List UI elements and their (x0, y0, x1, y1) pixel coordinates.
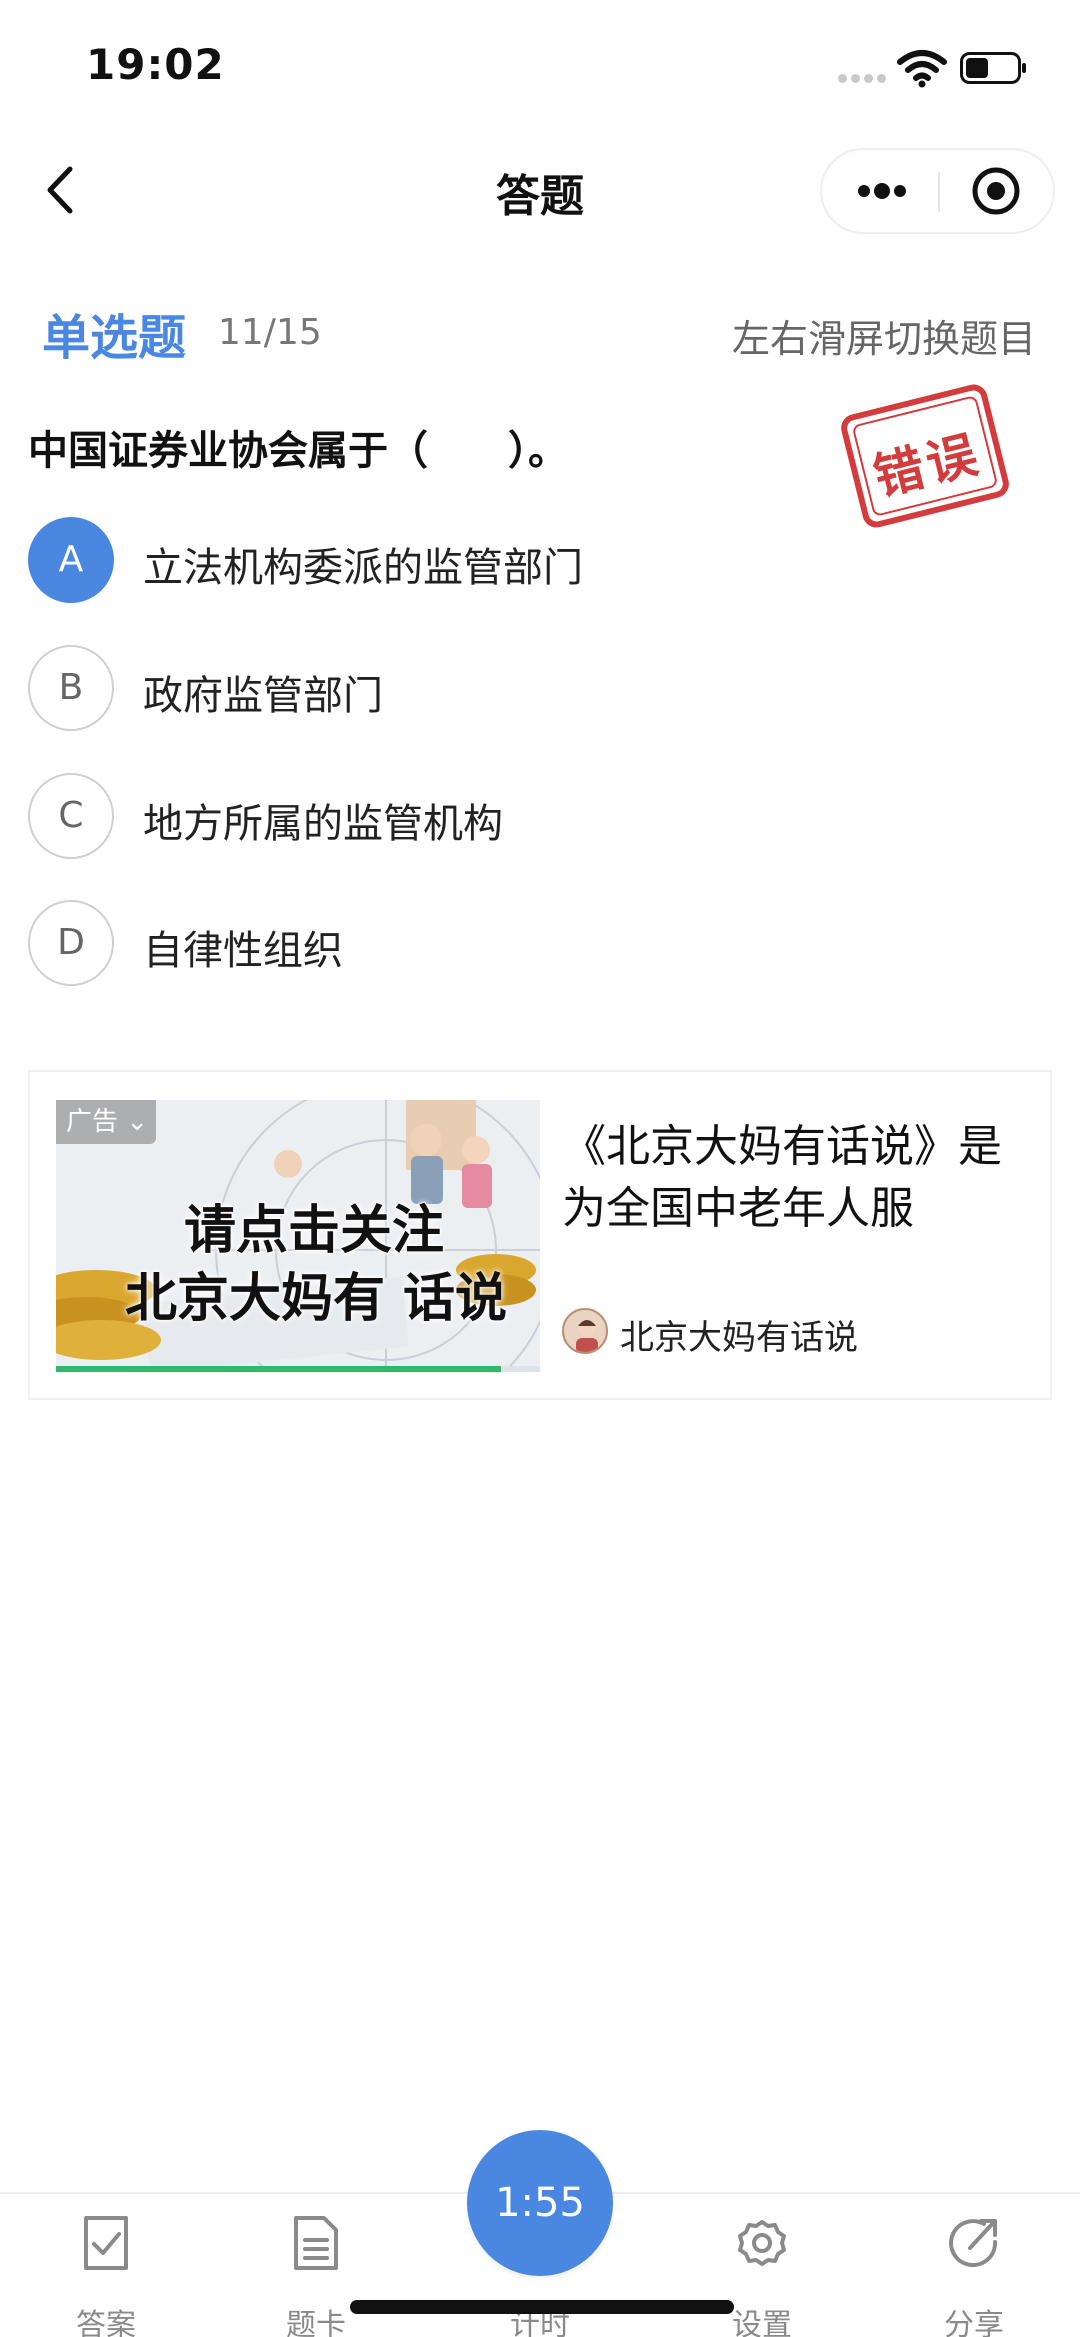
list-doc-icon (294, 2216, 338, 2270)
tab-answer[interactable]: 答案 (36, 2214, 176, 2337)
ad-image-line2: 北京大妈有 话说 (124, 1269, 508, 1329)
tab-share[interactable]: 分享 (904, 2214, 1044, 2337)
tab-label: 分享 (944, 2308, 1004, 2337)
tab-card[interactable]: 题卡 (246, 2214, 386, 2337)
option-c[interactable]: C 地方所属的监管机构 (28, 771, 1028, 861)
ad-video-progress (56, 1366, 540, 1372)
wifi-icon (897, 50, 947, 88)
question-text: 中国证券业协会属于（ ）。 (28, 428, 568, 474)
option-text: 政府监管部门 (143, 673, 383, 719)
close-mini-program-icon[interactable] (946, 158, 1046, 224)
question-progress: 11/15 (218, 312, 322, 353)
battery-icon (960, 52, 1026, 84)
status-bar: 19:02 (0, 0, 1080, 130)
swipe-hint: 左右滑屏切换题目 (731, 317, 1036, 361)
gear-icon (738, 2220, 786, 2266)
stamp-text: 错误 (868, 424, 987, 507)
share-arrow-icon (949, 2219, 998, 2268)
ad-source-avatar (562, 1308, 608, 1354)
mini-program-capsule (820, 148, 1055, 234)
status-time: 19:02 (86, 40, 225, 89)
option-text: 自律性组织 (143, 928, 343, 974)
ad-video-progress-fill (56, 1366, 502, 1372)
nav-bar: 答题 (0, 130, 1080, 250)
option-b[interactable]: B 政府监管部门 (28, 643, 1028, 733)
ad-source-name: 北京大妈有话说 (620, 1318, 858, 1358)
tab-settings[interactable]: 设置 (692, 2214, 832, 2337)
question-type: 单选题 (42, 310, 187, 366)
signal-icon (838, 74, 888, 84)
option-text: 地方所属的监管机构 (143, 801, 503, 847)
option-text: 立法机构委派的监管部门 (143, 545, 583, 591)
home-indicator (350, 2300, 734, 2314)
check-doc-icon (84, 2216, 128, 2270)
ad-image-line1: 请点击关注 (183, 1200, 445, 1262)
option-letter: C (28, 773, 114, 859)
capsule-divider (938, 172, 940, 212)
tab-label: 答案 (76, 2308, 136, 2337)
ad-badge: 广告 ⌄ (56, 1100, 156, 1144)
more-dots-icon[interactable] (832, 158, 932, 224)
ad-image[interactable]: 广告 ⌄ 请点击关注 北京大妈有 话说 (56, 1100, 540, 1372)
option-letter: D (28, 900, 114, 986)
wrong-stamp: 错误 (838, 381, 1012, 531)
timer-button[interactable]: 1:55 (467, 2130, 613, 2276)
option-letter: B (28, 645, 114, 731)
ad-title: 《北京大妈有话说》是为全国中老年人服 (562, 1121, 1002, 1234)
ad-card[interactable]: 广告 ⌄ 请点击关注 北京大妈有 话说 《北京大妈有话说》是为全国中老年人服 北… (28, 1070, 1052, 1400)
option-letter: A (28, 517, 114, 603)
option-a[interactable]: A 立法机构委派的监管部门 (28, 515, 1028, 605)
option-d[interactable]: D 自律性组织 (28, 898, 1028, 988)
